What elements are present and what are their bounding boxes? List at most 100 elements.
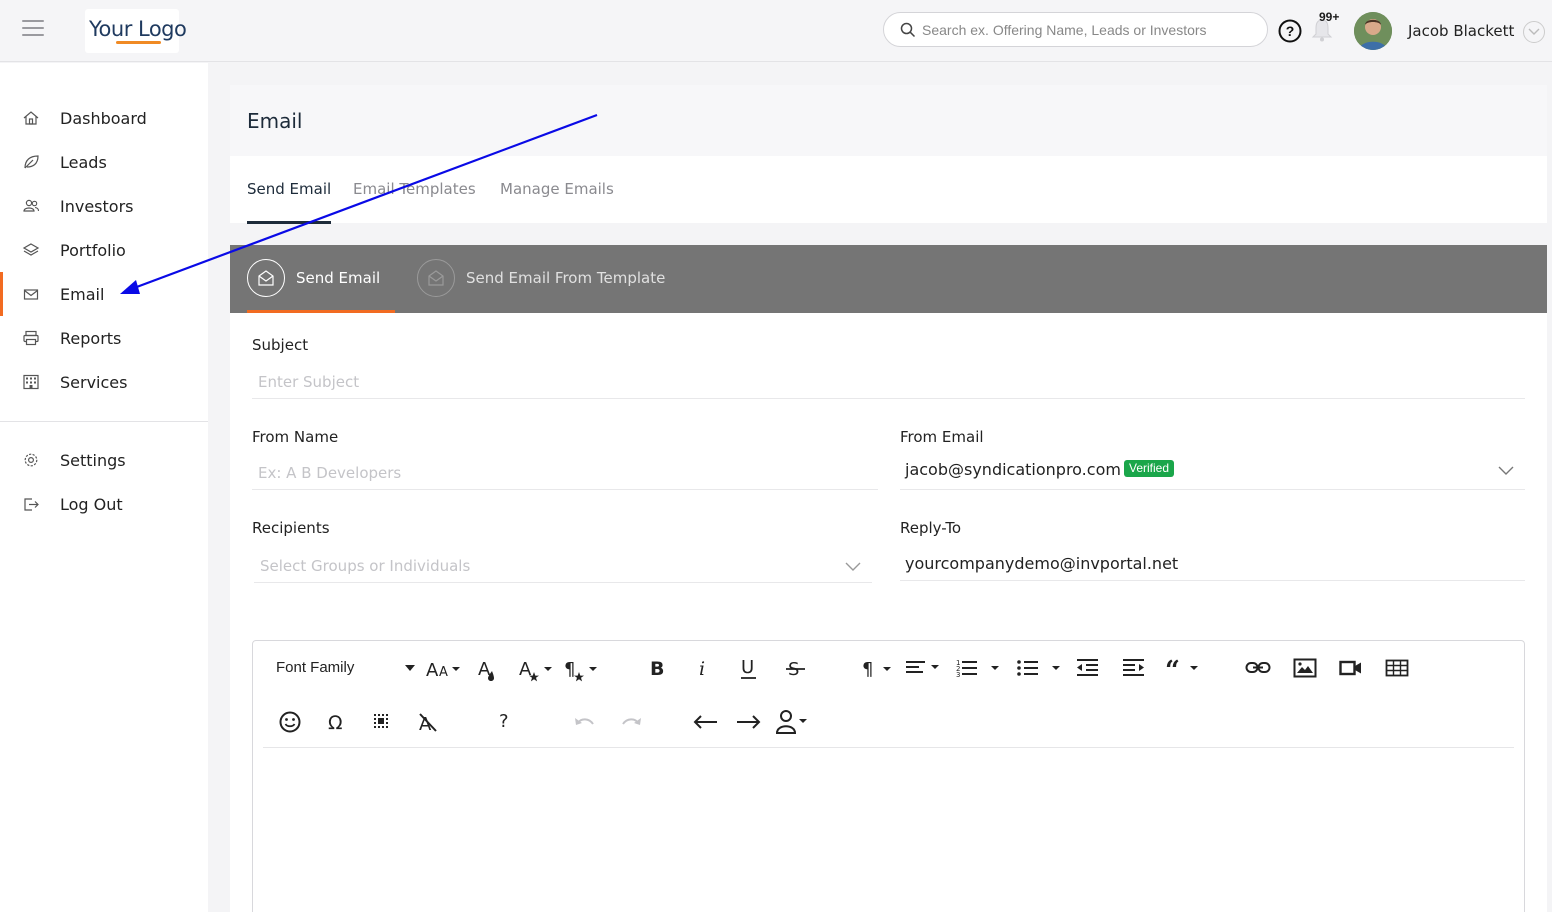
printer-icon: [23, 330, 39, 346]
emoji-icon[interactable]: [279, 711, 301, 733]
svg-text:A: A: [439, 665, 448, 680]
svg-text:¶: ¶: [862, 659, 873, 679]
paragraph-format-icon[interactable]: ¶: [861, 657, 893, 679]
page-header-card: Email Send Email Email Templates Manage …: [230, 85, 1547, 224]
paragraph-style-icon[interactable]: ¶: [563, 657, 599, 683]
user-dropdown[interactable]: [1523, 21, 1545, 43]
notification-badge: 99+: [1319, 10, 1340, 24]
subject-input[interactable]: [252, 365, 1525, 399]
sidebar-item-dashboard[interactable]: Dashboard: [0, 96, 208, 140]
logout-icon: [24, 498, 39, 511]
verified-badge: Verified: [1124, 460, 1175, 477]
svg-text:U: U: [741, 657, 754, 678]
arrow-right-icon[interactable]: [735, 714, 761, 730]
sidebar-item-investors[interactable]: Investors: [0, 184, 208, 228]
select-all-icon[interactable]: [373, 713, 391, 731]
email-form: Subject From Name From Email jacob@syndi…: [230, 313, 1547, 912]
hamburger-menu-icon[interactable]: [22, 20, 44, 38]
align-icon[interactable]: [905, 659, 941, 677]
svg-text:B: B: [650, 658, 664, 679]
italic-icon[interactable]: i: [696, 657, 712, 679]
strikethrough-icon[interactable]: S: [785, 656, 807, 680]
redo-icon[interactable]: [619, 714, 643, 730]
reply-to-label: Reply-To: [900, 519, 962, 537]
tab-manage-emails[interactable]: Manage Emails: [500, 180, 614, 198]
inline-style-icon[interactable]: A: [518, 657, 554, 683]
quote-icon[interactable]: “: [1165, 657, 1201, 679]
underline-icon[interactable]: U: [739, 656, 759, 680]
subtab-send-email[interactable]: Send Email: [247, 245, 395, 313]
sidebar-item-email[interactable]: Email: [0, 272, 208, 316]
chevron-down-icon: [1528, 28, 1540, 35]
toolbar-divider: [263, 747, 1514, 748]
link-icon[interactable]: [1245, 659, 1271, 677]
reply-to-value: yourcompanydemo@invportal.net: [905, 554, 1179, 573]
special-characters-icon[interactable]: Ω: [326, 711, 346, 733]
table-icon[interactable]: [1385, 659, 1409, 677]
outdent-icon[interactable]: [1076, 658, 1100, 678]
sidebar-item-portfolio[interactable]: Portfolio: [0, 228, 208, 272]
svg-text:?: ?: [1286, 23, 1295, 39]
from-email-label: From Email: [900, 428, 984, 446]
video-icon[interactable]: [1339, 659, 1363, 677]
help-button[interactable]: ?: [499, 711, 509, 732]
subject-label: Subject: [252, 336, 309, 354]
logo[interactable]: Your Logo: [85, 9, 187, 53]
image-icon[interactable]: [1293, 658, 1317, 678]
page-title-bar: Email: [230, 85, 1547, 156]
arrow-left-icon[interactable]: [693, 714, 719, 730]
active-tab-indicator: [247, 221, 331, 224]
svg-text:“: “: [1165, 657, 1180, 679]
svg-text:Ω: Ω: [328, 712, 343, 733]
from-name-input[interactable]: [252, 456, 878, 490]
sidebar: Dashboard Leads Investors Portfolio Emai…: [0, 63, 208, 912]
sidebar-item-settings[interactable]: Settings: [0, 438, 208, 482]
avatar[interactable]: [1354, 12, 1392, 50]
undo-icon[interactable]: [573, 714, 597, 730]
home-icon: [23, 111, 39, 125]
user-name[interactable]: Jacob Blackett: [1408, 22, 1514, 40]
unordered-list-icon[interactable]: [1016, 657, 1062, 679]
sidebar-item-logout[interactable]: Log Out: [0, 482, 208, 526]
building-icon: [23, 374, 39, 390]
ordered-list-icon[interactable]: 123: [955, 657, 1001, 679]
tab-send-email[interactable]: Send Email: [247, 180, 331, 198]
sidebar-divider: [0, 421, 208, 422]
subtab-send-from-template[interactable]: Send Email From Template: [417, 245, 677, 313]
top-bar: Your Logo ? 99+ Jacob Blackett: [0, 0, 1552, 62]
sidebar-item-services[interactable]: Services: [0, 360, 208, 404]
font-size-icon[interactable]: AA: [425, 657, 461, 681]
sidebar-item-label: Settings: [60, 451, 126, 470]
clear-formatting-icon[interactable]: A: [417, 711, 439, 733]
search-box[interactable]: [883, 12, 1268, 47]
user-field-icon[interactable]: [775, 709, 809, 735]
indent-icon[interactable]: [1122, 658, 1146, 678]
users-icon: [23, 199, 40, 212]
subtab-label: Send Email: [296, 269, 381, 287]
help-icon[interactable]: ?: [1278, 19, 1302, 43]
from-name-label: From Name: [252, 428, 339, 446]
mail-icon: [23, 289, 39, 300]
sidebar-item-label: Email: [60, 285, 105, 304]
font-family-dropdown[interactable]: Font Family: [276, 659, 354, 676]
envelope-open-icon: [417, 259, 455, 297]
sidebar-item-leads[interactable]: Leads: [0, 140, 208, 184]
sidebar-item-label: Reports: [60, 329, 122, 348]
bold-icon[interactable]: B: [647, 657, 667, 679]
svg-text:i: i: [699, 658, 705, 679]
logo-underline: [116, 41, 161, 44]
sidebar-item-label: Log Out: [60, 495, 123, 514]
sidebar-item-label: Dashboard: [60, 109, 147, 128]
text-color-icon[interactable]: A: [477, 657, 499, 683]
from-email-value: jacob@syndicationpro.com: [905, 460, 1121, 479]
caret-down-icon[interactable]: [405, 665, 415, 671]
svg-text:A: A: [426, 660, 439, 681]
search-input[interactable]: [922, 17, 1252, 42]
chevron-down-icon[interactable]: [1498, 466, 1514, 476]
logo-text: Your Logo: [89, 17, 187, 41]
tab-email-templates[interactable]: Email Templates: [353, 180, 476, 198]
svg-text:A: A: [519, 659, 532, 680]
editor-content-area[interactable]: [263, 749, 1514, 912]
sidebar-item-reports[interactable]: Reports: [0, 316, 208, 360]
chevron-down-icon[interactable]: [845, 562, 861, 572]
